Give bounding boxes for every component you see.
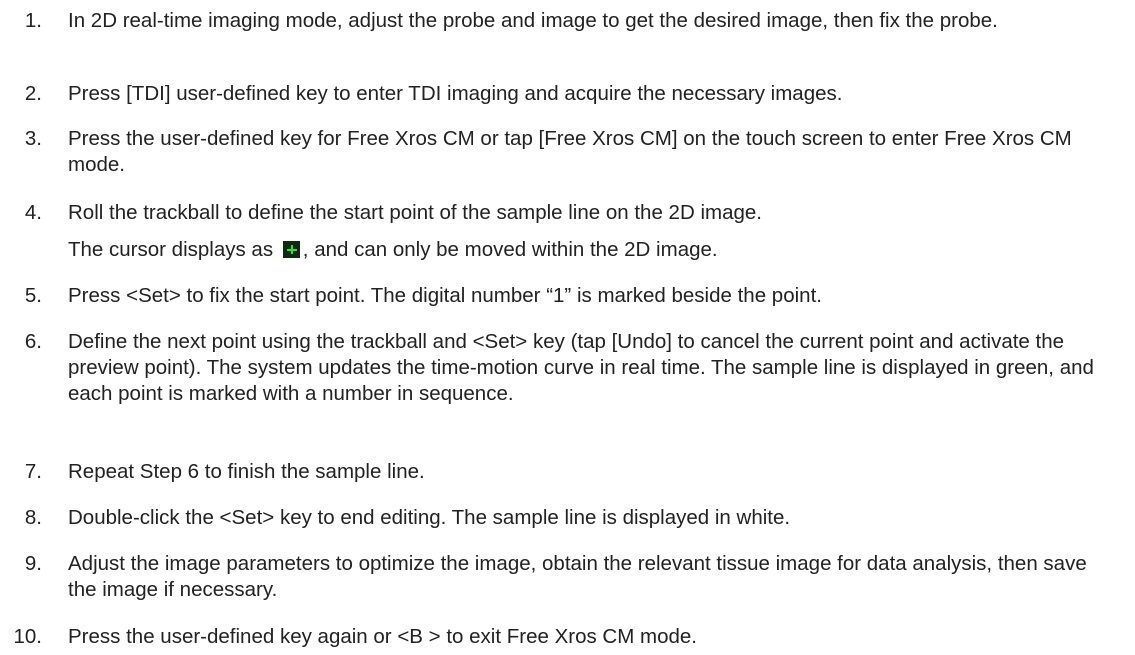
step-text: Repeat Step 6 to finish the sample line. (68, 460, 425, 483)
step-text: Double-click the <Set> key to end editin… (68, 506, 791, 529)
step-number: 10. (13, 625, 43, 648)
step-number: 9. (24, 552, 42, 575)
step-number: 7. (24, 460, 42, 483)
green-plus-cursor-icon (282, 241, 300, 258)
cursor-note: The cursor displays as , and can only be… (68, 237, 1118, 263)
step-number: 6. (24, 330, 42, 353)
step-number: 2. (24, 82, 42, 105)
step-text: Roll the trackball to define the start p… (68, 201, 762, 224)
step-text: Press the user-defined key for Free Xros… (68, 127, 1072, 176)
step-text: Press [TDI] user-defined key to enter TD… (68, 82, 843, 105)
step-text: Define the next point using the trackbal… (68, 330, 1094, 405)
step-text: Press the user-defined key again or <B >… (68, 625, 697, 648)
step-number: 3. (24, 127, 42, 150)
step-number: 4. (24, 201, 42, 224)
step-text: Adjust the image parameters to optimize … (68, 552, 1087, 601)
step-text: In 2D real-time imaging mode, adjust the… (68, 9, 998, 32)
step-number: 8. (24, 506, 42, 529)
step-number: 5. (24, 284, 42, 307)
cursor-note-text-end: , and can only be moved within the 2D im… (302, 238, 718, 261)
step-number: 1. (24, 9, 42, 32)
cursor-note-text: The cursor displays as (68, 238, 274, 261)
step-text: Press <Set> to fix the start point. The … (68, 284, 822, 307)
